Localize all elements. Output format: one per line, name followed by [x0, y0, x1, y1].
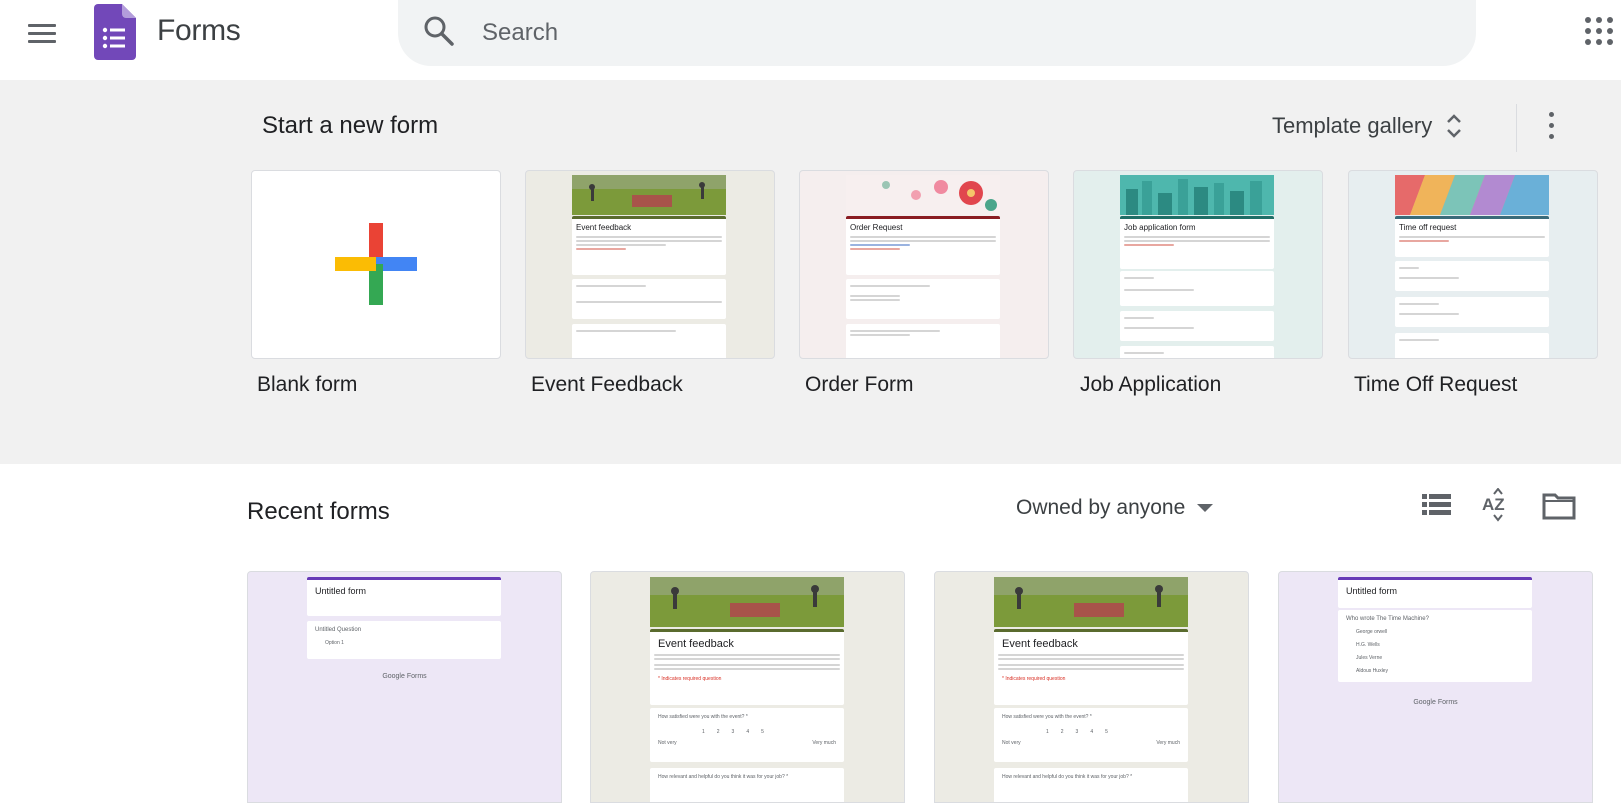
form-preview-question: How satisfied were you with the event? * [658, 714, 748, 720]
scale-high-label: Very much [1156, 740, 1180, 746]
recent-forms-title: Recent forms [247, 498, 390, 525]
form-preview-title: Untitled form [1346, 586, 1398, 596]
recent-form-card[interactable]: Untitled form Who wrote The Time Machine… [1278, 571, 1593, 803]
form-preview-card: Event feedback * Indicates required ques… [650, 629, 844, 705]
form-preview-title: Event feedback [1002, 638, 1078, 650]
recent-form-card[interactable]: Event feedback * Indicates required ques… [934, 571, 1249, 803]
form-preview-card: How satisfied were you with the event? *… [650, 708, 844, 762]
divider [1516, 104, 1517, 152]
flowers-banner-image [846, 175, 1000, 215]
template-order-form[interactable]: Order Request [799, 170, 1049, 359]
folder-icon[interactable] [1541, 488, 1577, 524]
template-preview-card [1395, 261, 1549, 291]
sort-az-icon[interactable]: AZ [1480, 488, 1516, 524]
picnic-banner-image [572, 175, 726, 215]
form-preview-card: How satisfied were you with the event? *… [994, 708, 1188, 762]
form-preview-option: Aldous Huxley [1356, 668, 1388, 674]
form-preview-title: Event feedback [658, 638, 734, 650]
start-new-form-section: Start a new form Template gallery Blank … [0, 80, 1621, 464]
owner-filter-dropdown[interactable]: Owned by anyone [1016, 490, 1214, 526]
form-preview-option: George orwell [1356, 629, 1388, 635]
template-preview-title: Job application form [1124, 223, 1196, 232]
template-preview-card [1120, 311, 1274, 341]
dropdown-arrow-icon [1197, 504, 1214, 512]
template-gallery-label: Template gallery [1272, 113, 1433, 138]
form-preview-branding: Google Forms [382, 673, 427, 680]
template-preview-title: Event feedback [576, 223, 632, 232]
template-preview-title: Order Request [850, 223, 903, 232]
svg-text:AZ: AZ [1482, 495, 1505, 514]
template-job-application[interactable]: Job application form [1073, 170, 1323, 359]
template-gallery-button[interactable]: Template gallery [1272, 102, 1462, 150]
form-preview-title: Untitled form [315, 586, 367, 596]
form-preview-card: How relevant and helpful do you think it… [994, 768, 1188, 802]
form-preview-card: Event feedback * Indicates required ques… [994, 629, 1188, 705]
template-preview-card [846, 324, 1000, 358]
scale-low-label: Not very [658, 740, 677, 746]
forms-logo-icon[interactable] [94, 4, 136, 60]
search-input[interactable] [480, 12, 1444, 54]
scale-numbers: 12345 [1046, 729, 1120, 735]
form-preview-option: Jules Verne [1356, 655, 1383, 661]
form-preview-card: Untitled form [307, 577, 501, 616]
form-preview-card: Untitled Question Option 1 [307, 621, 501, 659]
form-preview-card: How relevant and helpful do you think it… [650, 768, 844, 802]
template-label[interactable]: Time Off Request [1354, 373, 1517, 397]
scale-numbers: 12345 [702, 729, 776, 735]
form-preview-question: Untitled Question [315, 627, 362, 633]
template-preview-card: Time off request [1395, 216, 1549, 257]
form-preview-option: H.G. Wells [1356, 642, 1380, 648]
picnic-banner-image [994, 577, 1188, 627]
form-preview-question: How satisfied were you with the event? * [1002, 714, 1092, 720]
list-view-icon[interactable] [1418, 488, 1454, 524]
owner-filter-label: Owned by anyone [1016, 496, 1186, 519]
template-preview-card: Event feedback [572, 216, 726, 275]
form-preview-card: Who wrote The Time Machine? George orwel… [1338, 610, 1532, 682]
recent-form-card[interactable]: Event feedback * Indicates required ques… [590, 571, 905, 803]
section-title: Start a new form [262, 112, 439, 139]
form-preview-card: Untitled form [1338, 577, 1532, 608]
template-label[interactable]: Job Application [1080, 373, 1221, 397]
required-note: * Indicates required question [1002, 676, 1066, 682]
search-icon[interactable] [422, 14, 456, 48]
template-preview-card [846, 279, 1000, 319]
unfold-icon [1447, 114, 1462, 138]
more-options-icon[interactable] [1534, 104, 1568, 148]
city-skyline-banner-image [1120, 175, 1274, 215]
template-event-feedback[interactable]: Event feedback [525, 170, 775, 359]
template-preview-card [572, 324, 726, 358]
template-blank-form[interactable] [251, 170, 501, 359]
top-app-bar: Forms [0, 0, 1621, 80]
template-label[interactable]: Blank form [257, 373, 357, 397]
plus-icon [335, 223, 417, 305]
template-preview-card [1120, 271, 1274, 306]
google-apps-icon[interactable] [1584, 16, 1614, 46]
scale-low-label: Not very [1002, 740, 1021, 746]
picnic-banner-image [650, 577, 844, 627]
template-preview-card [1120, 346, 1274, 358]
template-preview-card [1395, 297, 1549, 327]
scale-high-label: Very much [812, 740, 836, 746]
template-preview-card: Job application form [1120, 216, 1274, 269]
geometric-banner-image [1395, 175, 1549, 215]
template-preview-card: Order Request [846, 216, 1000, 275]
template-label[interactable]: Order Form [805, 373, 914, 397]
form-preview-branding: Google Forms [1413, 699, 1458, 706]
template-preview-title: Time off request [1399, 223, 1457, 232]
template-preview-card [1395, 333, 1549, 358]
form-preview-question: How relevant and helpful do you think it… [658, 774, 789, 780]
form-preview-question: Who wrote The Time Machine? [1346, 616, 1429, 622]
template-preview-card [572, 279, 726, 319]
app-title[interactable]: Forms [157, 14, 241, 48]
search-bar [398, 0, 1476, 66]
form-preview-option: Option 1 [325, 640, 344, 646]
main-menu-icon[interactable] [26, 17, 60, 51]
required-note: * Indicates required question [658, 676, 722, 682]
template-label[interactable]: Event Feedback [531, 373, 683, 397]
recent-form-card[interactable]: Untitled form Untitled Question Option 1… [247, 571, 562, 803]
template-time-off-request[interactable]: Time off request [1348, 170, 1598, 359]
form-preview-question: How relevant and helpful do you think it… [1002, 774, 1133, 780]
